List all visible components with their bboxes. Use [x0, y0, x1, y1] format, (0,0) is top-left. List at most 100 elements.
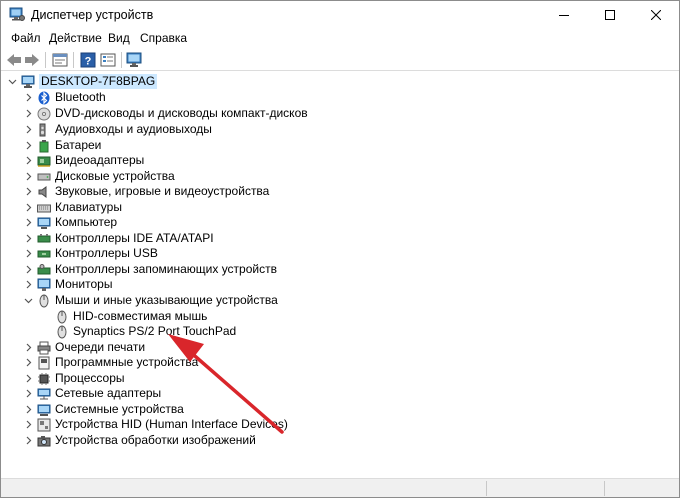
- tree-category-keyboards[interactable]: Клавиатуры: [23, 200, 122, 215]
- window-title: Диспетчер устройств: [31, 8, 154, 22]
- tree-category-video-adapters[interactable]: Видеоадаптеры: [23, 153, 144, 168]
- storage-controller-icon: [37, 263, 51, 277]
- status-bar-divider: [486, 481, 487, 496]
- chevron-right-icon[interactable]: [23, 156, 33, 166]
- chevron-right-icon[interactable]: [23, 343, 33, 353]
- view-list-icon: [100, 53, 116, 67]
- chevron-right-icon[interactable]: [23, 125, 33, 135]
- computer-icon: [21, 75, 35, 89]
- video-adapter-icon: [37, 154, 51, 168]
- category-label: Контроллеры IDE ATA/ATAPI: [55, 231, 214, 245]
- ide-controller-icon: [37, 232, 51, 246]
- toolbar-separator: [73, 52, 74, 68]
- category-label: Программные устройства: [55, 355, 199, 369]
- chevron-down-icon[interactable]: [23, 296, 33, 306]
- menu-view[interactable]: Вид: [108, 31, 130, 45]
- tree-category-monitors[interactable]: Мониторы: [23, 277, 112, 292]
- tree-category-processors[interactable]: Процессоры: [23, 371, 125, 386]
- menu-help[interactable]: Справка: [140, 31, 187, 45]
- chevron-right-icon[interactable]: [23, 203, 33, 213]
- tree-category-sound[interactable]: Звуковые, игровые и видеоустройства: [23, 184, 269, 199]
- category-label: Bluetooth: [55, 90, 106, 104]
- tree-category-bluetooth[interactable]: Bluetooth: [23, 90, 106, 105]
- chevron-right-icon[interactable]: [23, 405, 33, 415]
- category-label: Очереди печати: [55, 340, 146, 354]
- properties-button[interactable]: [51, 51, 69, 69]
- battery-icon: [37, 139, 51, 153]
- tree-category-computer[interactable]: Компьютер: [23, 215, 117, 230]
- dvd-drive-icon: [37, 107, 51, 121]
- back-arrow-icon: [7, 54, 21, 66]
- chevron-right-icon[interactable]: [23, 436, 33, 446]
- chevron-right-icon[interactable]: [23, 265, 33, 275]
- computer-icon: [37, 216, 51, 230]
- mouse-icon: [37, 294, 51, 308]
- tree-category-audio-io[interactable]: Аудиовходы и аудиовыходы: [23, 122, 212, 137]
- status-bar-divider: [604, 481, 605, 496]
- tree-category-imaging[interactable]: Устройства обработки изображений: [23, 433, 256, 448]
- tree-category-usb[interactable]: Контроллеры USB: [23, 246, 158, 261]
- tree-device-touchpad[interactable]: Synaptics PS/2 Port TouchPad: [51, 324, 236, 339]
- tree-category-batteries[interactable]: Батареи: [23, 138, 101, 153]
- category-label: Звуковые, игровые и видеоустройства: [55, 184, 270, 198]
- category-label: Компьютер: [55, 215, 118, 229]
- tree-category-print-queues[interactable]: Очереди печати: [23, 340, 145, 355]
- chevron-right-icon[interactable]: [23, 249, 33, 259]
- mouse-icon: [55, 310, 69, 324]
- category-label: Системные устройства: [55, 402, 184, 416]
- printer-icon: [37, 341, 51, 355]
- chevron-right-icon[interactable]: [23, 109, 33, 119]
- category-label: Устройства обработки изображений: [55, 433, 256, 447]
- scan-hardware-button[interactable]: [126, 51, 144, 69]
- menu-action[interactable]: Действие: [49, 31, 102, 45]
- maximize-button[interactable]: [587, 1, 633, 29]
- tree-category-storage[interactable]: Контроллеры запоминающих устройств: [23, 262, 277, 277]
- chevron-right-icon[interactable]: [23, 374, 33, 384]
- category-label: Батареи: [55, 138, 102, 152]
- chevron-right-icon[interactable]: [23, 420, 33, 430]
- chevron-down-icon[interactable]: [7, 77, 17, 87]
- chevron-right-icon[interactable]: [23, 93, 33, 103]
- category-label: Сетевые адаптеры: [55, 386, 162, 400]
- help-button[interactable]: ?: [79, 51, 97, 69]
- sound-device-icon: [37, 185, 51, 199]
- tree-category-software-devices[interactable]: Программные устройства: [23, 355, 198, 370]
- tree-category-mice[interactable]: Мыши и иные указывающие устройства: [23, 293, 278, 308]
- view-list-button[interactable]: [99, 51, 117, 69]
- tree-category-dvd[interactable]: DVD-дисководы и дисководы компакт-дисков: [23, 106, 308, 121]
- tree-category-disk-drives[interactable]: Дисковые устройства: [23, 169, 175, 184]
- category-label: Видеоадаптеры: [55, 153, 145, 167]
- tree-category-system-devices[interactable]: Системные устройства: [23, 402, 184, 417]
- speaker-icon: [37, 123, 51, 137]
- minimize-button[interactable]: [541, 1, 587, 29]
- computer-name-label: DESKTOP-7F8BPAG: [39, 74, 158, 89]
- device-manager-app-icon: [9, 7, 25, 22]
- device-label: HID-совместимая мышь: [73, 309, 208, 323]
- category-label: Мониторы: [55, 277, 113, 291]
- chevron-right-icon[interactable]: [23, 389, 33, 399]
- tree-device-hid-mouse[interactable]: HID-совместимая мышь: [51, 309, 207, 324]
- chevron-right-icon[interactable]: [23, 234, 33, 244]
- title-bar[interactable]: Диспетчер устройств: [1, 1, 679, 29]
- chevron-right-icon[interactable]: [23, 141, 33, 151]
- help-icon: ?: [80, 52, 96, 68]
- maximize-icon: [605, 10, 615, 20]
- close-icon: [651, 10, 661, 20]
- chevron-right-icon[interactable]: [23, 218, 33, 228]
- tree-root-row[interactable]: DESKTOP-7F8BPAG: [7, 74, 158, 89]
- close-button[interactable]: [633, 1, 679, 29]
- back-button[interactable]: [5, 51, 23, 69]
- minimize-icon: [559, 15, 569, 16]
- svg-text:?: ?: [85, 56, 92, 68]
- chevron-right-icon[interactable]: [23, 187, 33, 197]
- chevron-right-icon[interactable]: [23, 358, 33, 368]
- forward-arrow-icon: [25, 54, 39, 66]
- tree-category-hid[interactable]: Устройства HID (Human Interface Devices): [23, 417, 288, 432]
- category-label: Мыши и иные указывающие устройства: [55, 293, 278, 307]
- forward-button[interactable]: [23, 51, 41, 69]
- tree-category-network-adapters[interactable]: Сетевые адаптеры: [23, 386, 161, 401]
- tree-category-ide[interactable]: Контроллеры IDE ATA/ATAPI: [23, 231, 214, 246]
- menu-file[interactable]: Файл: [11, 31, 41, 45]
- chevron-right-icon[interactable]: [23, 172, 33, 182]
- chevron-right-icon[interactable]: [23, 280, 33, 290]
